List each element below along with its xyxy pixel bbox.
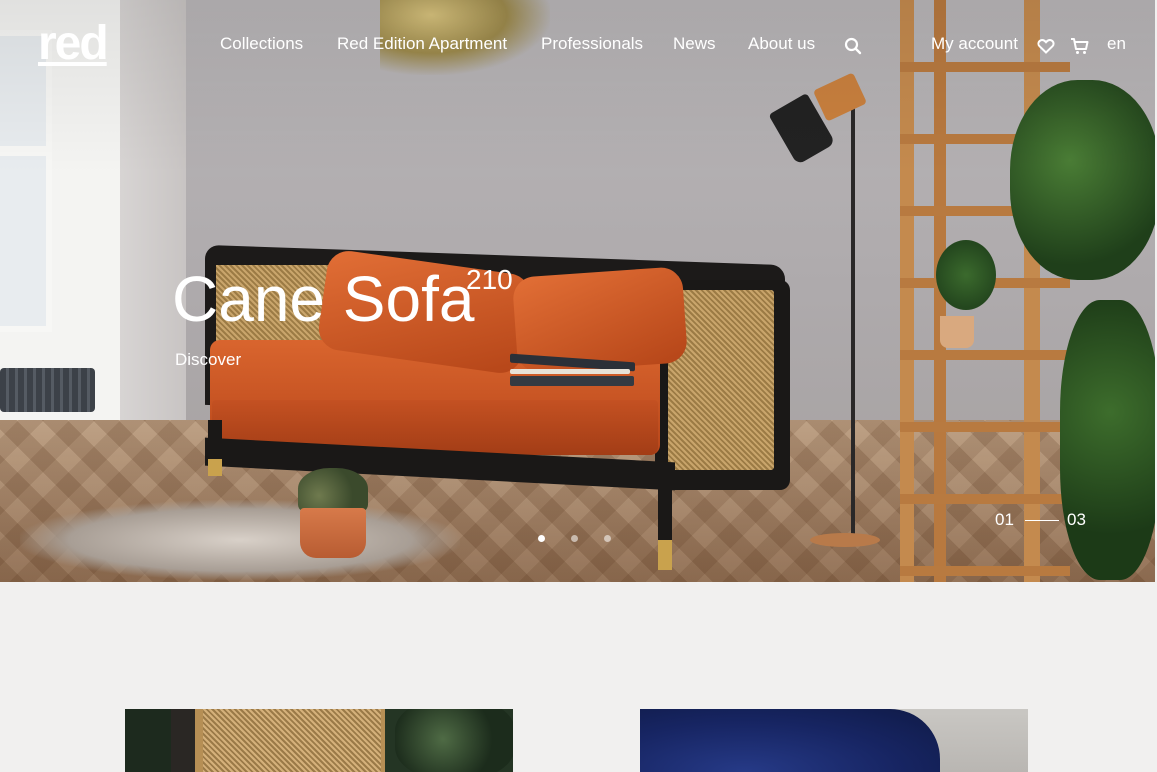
- slide-counter-current: 01: [995, 510, 1014, 529]
- hero-slider: Cane Sofa 210 Discover 01 03: [0, 0, 1155, 582]
- search-icon[interactable]: [844, 37, 862, 60]
- cart-icon[interactable]: [1070, 37, 1089, 60]
- discover-link[interactable]: Discover: [175, 350, 241, 370]
- main-nav: Collections Red Edition Apartment Profes…: [0, 34, 1157, 56]
- slider-dot-1[interactable]: [538, 535, 545, 542]
- nav-collections[interactable]: Collections: [220, 34, 303, 54]
- nav-professionals[interactable]: Professionals: [541, 34, 643, 54]
- slider-dot-2[interactable]: [571, 535, 578, 542]
- hero-title-superscript: 210: [466, 264, 513, 295]
- slide-counter-total: 03: [1067, 510, 1086, 529]
- product-image-velvet: [640, 709, 940, 772]
- nav-about-us[interactable]: About us: [748, 34, 815, 54]
- language-selector[interactable]: en: [1107, 34, 1126, 54]
- nav-red-edition-apartment[interactable]: Red Edition Apartment: [337, 34, 507, 54]
- product-image: [203, 709, 381, 772]
- slider-dot-3[interactable]: [604, 535, 611, 542]
- product-card-cane[interactable]: [125, 709, 513, 772]
- slide-counter-divider: [1025, 520, 1059, 521]
- product-card-velvet[interactable]: [640, 709, 1028, 772]
- nav-news[interactable]: News: [673, 34, 716, 54]
- hero-title: Cane Sofa: [172, 263, 475, 335]
- product-image-foliage: [395, 709, 513, 772]
- my-account-link[interactable]: My account: [931, 34, 1018, 54]
- heart-icon[interactable]: [1037, 38, 1055, 59]
